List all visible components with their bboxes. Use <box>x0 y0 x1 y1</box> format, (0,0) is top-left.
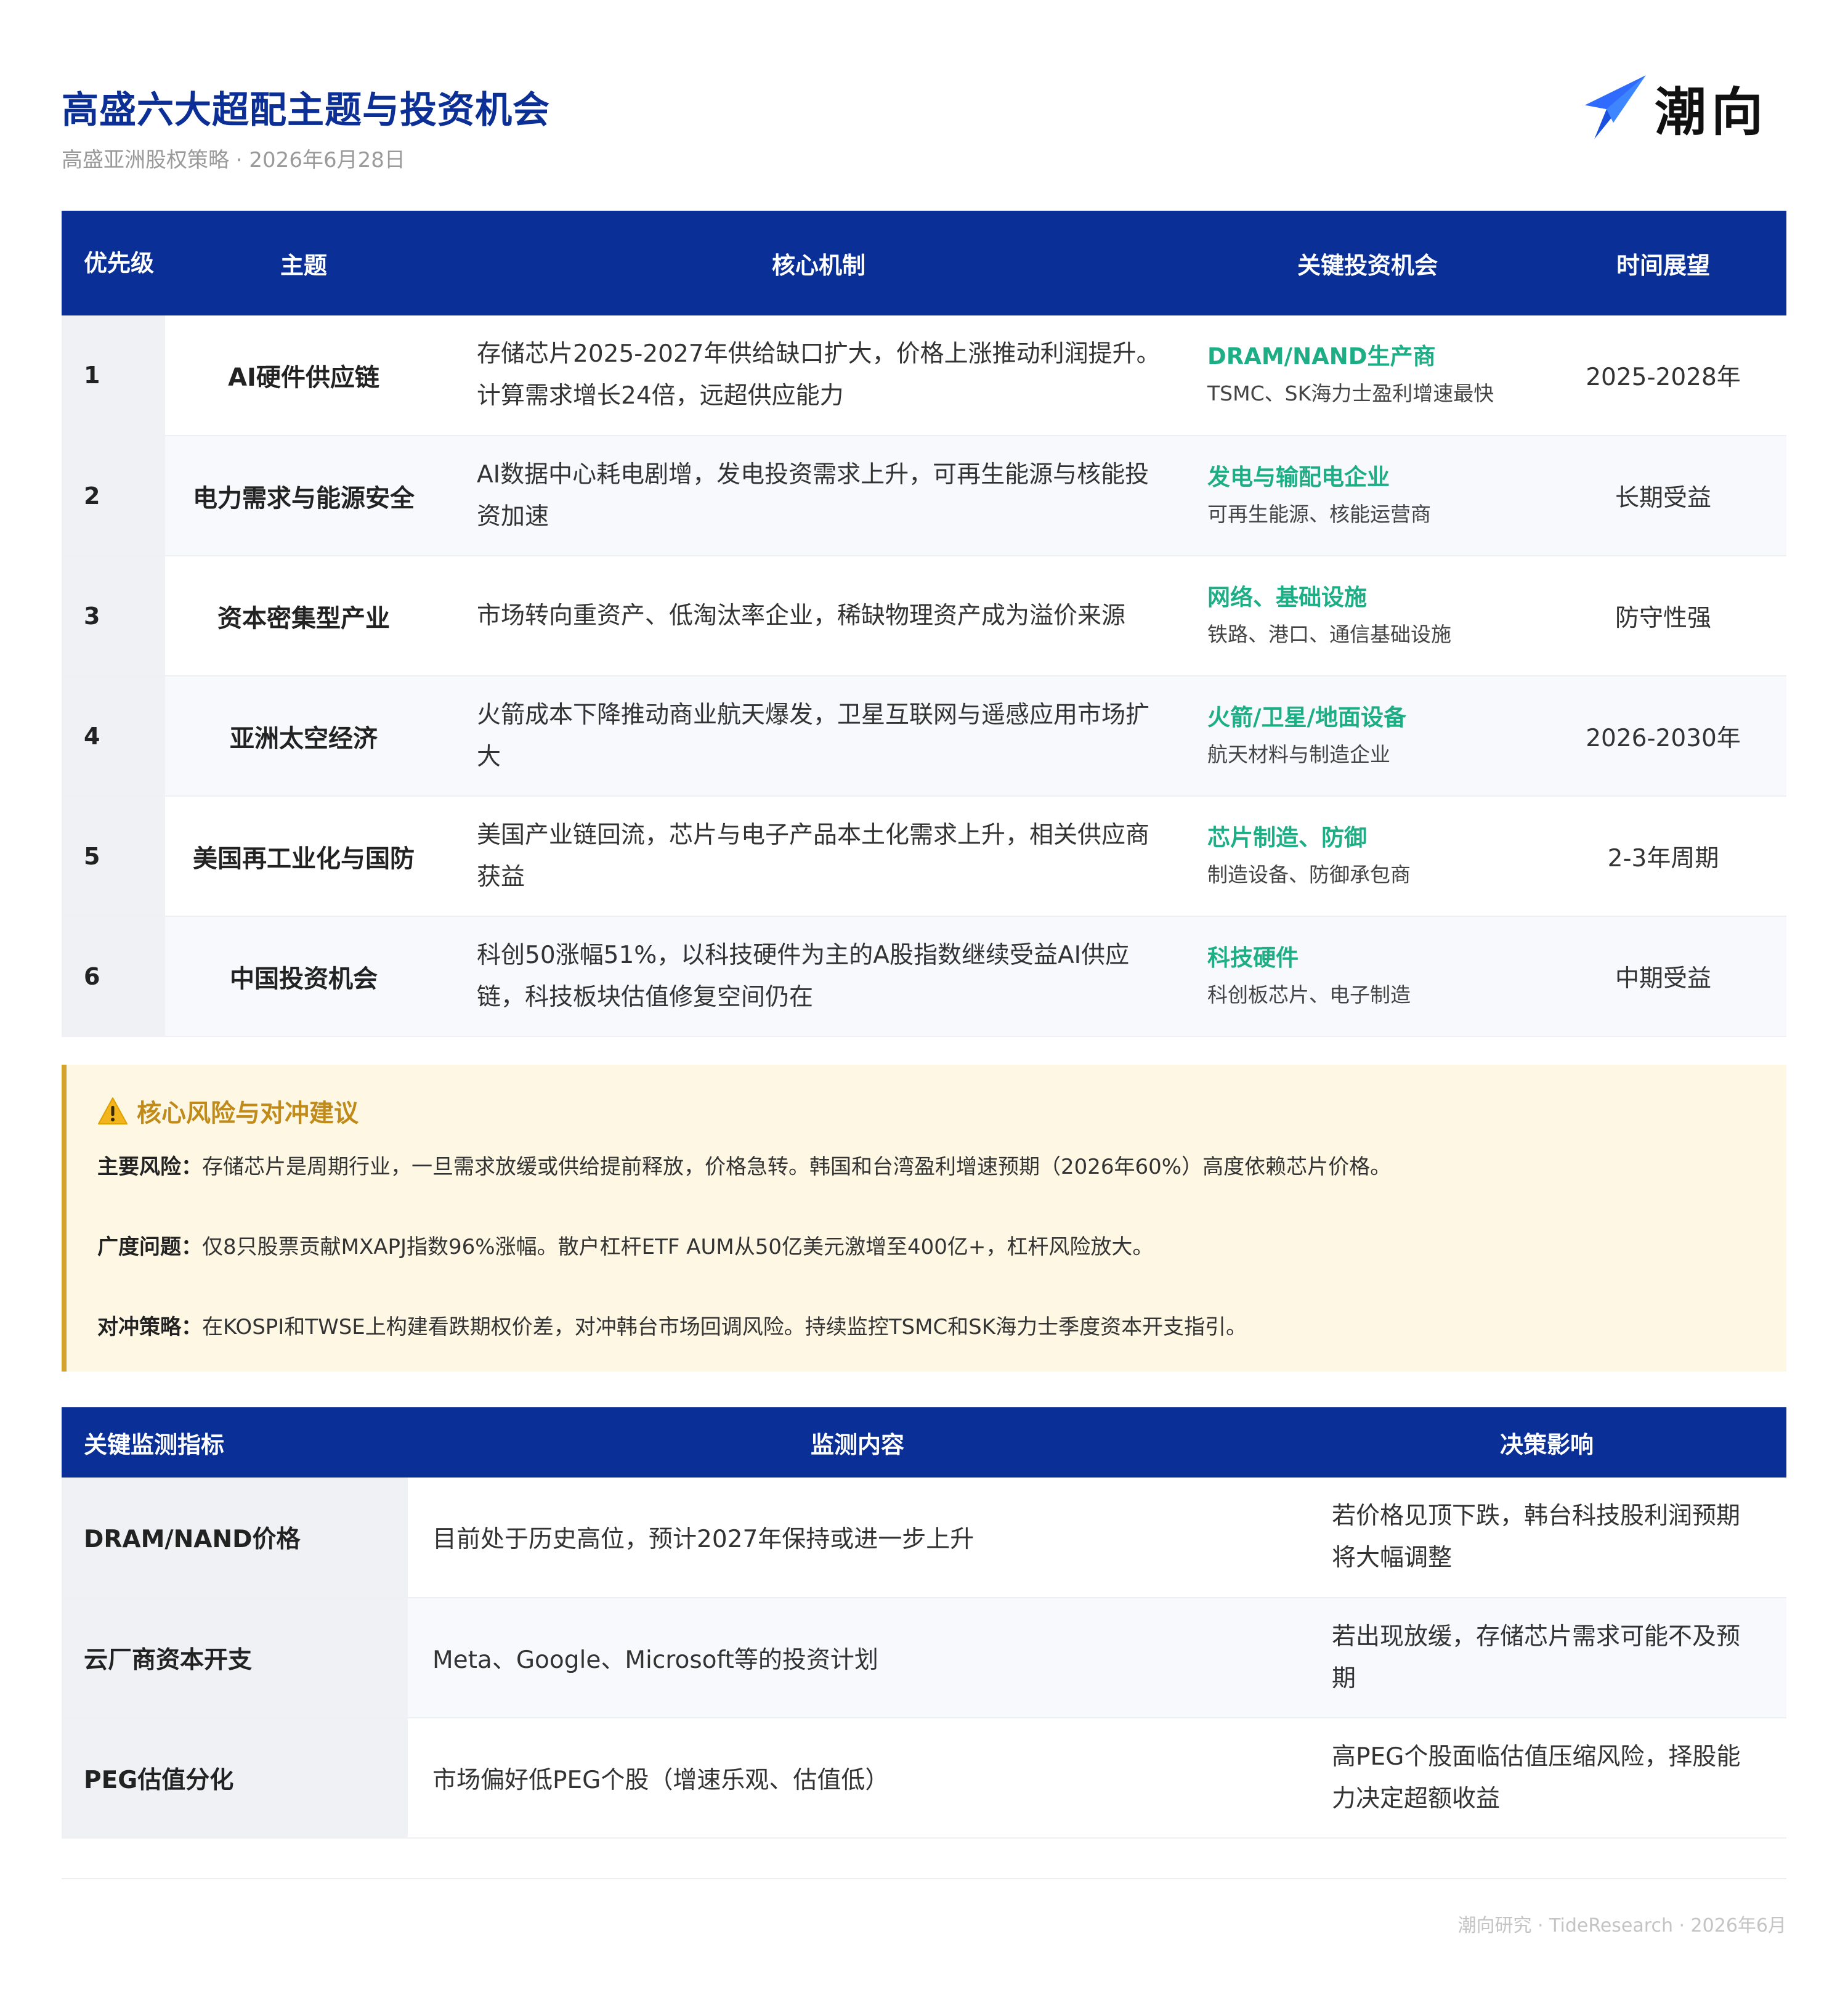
col-header-impact: 决策影响 <box>1307 1407 1786 1478</box>
priority-cell: 4 <box>62 676 165 797</box>
risk-item-text: 仅8只股票贡献MXAPJ指数96%涨幅。散户杠杆ETF AUM从50亿美元激增至… <box>202 1235 1154 1259</box>
table-row: 1 AI硬件供应链 存储芯片2025-2027年供给缺口扩大，价格上涨推动利润提… <box>62 315 1786 436</box>
priority-cell: 1 <box>62 315 165 436</box>
col-header-priority: 优先级 <box>62 211 165 315</box>
opportunity-title: 芯片制造、防御 <box>1207 824 1367 851</box>
opportunity-title: 火箭/卫星/地面设备 <box>1207 704 1407 731</box>
risk-item: 主要风险：存储芯片是周期行业，一旦需求放缓或供给提前释放，价格急转。韩国和台湾盈… <box>97 1150 1391 1180</box>
monitor-table: 关键监测指标 监测内容 决策影响 DRAM/NAND价格 目前处于历史高位，预计… <box>62 1407 1786 1839</box>
opportunity-title: DRAM/NAND生产商 <box>1207 343 1436 370</box>
opportunity-detail: TSMC、SK海力士盈利增速最快 <box>1207 381 1494 405</box>
opportunity-title: 发电与输配电企业 <box>1207 463 1390 490</box>
risk-item-text: 存储芯片是周期行业，一旦需求放缓或供给提前释放，价格急转。韩国和台湾盈利增速预期… <box>202 1155 1392 1179</box>
risk-item: 对冲策略：在KOSPI和TWSE上构建看跌期权价差，对冲韩台市场回调风险。持续监… <box>97 1310 1247 1340</box>
paper-plane-logo-icon <box>1584 75 1646 139</box>
table-row: 4 亚洲太空经济 火箭成本下降推动商业航天爆发，卫星互联网与遥感应用市场扩大 火… <box>62 676 1786 797</box>
impact-cell: 高PEG个股面临估值压缩风险，择股能力决定超额收益 <box>1307 1718 1786 1839</box>
brand-name: 潮向 <box>1654 81 1768 142</box>
table-row: 云厂商资本开支 Meta、Google、Microsoft等的投资计划 若出现放… <box>62 1598 1786 1718</box>
content-cell: Meta、Google、Microsoft等的投资计划 <box>408 1598 1307 1718</box>
table-row: 6 中国投资机会 科创50涨幅51%，以科技硬件为主的A股指数继续受益AI供应链… <box>62 916 1786 1037</box>
theme-cell: AI硬件供应链 <box>165 315 442 436</box>
page-title: 高盛六大超配主题与投资机会 <box>62 89 550 132</box>
risk-item: 广度问题：仅8只股票贡献MXAPJ指数96%涨幅。散户杠杆ETF AUM从50亿… <box>97 1230 1153 1260</box>
horizon-cell: 2-3年周期 <box>1540 796 1786 917</box>
theme-table-header: 优先级 主题 核心机制 关键投资机会 时间展望 <box>62 211 1786 315</box>
col-header-content: 监测内容 <box>408 1407 1307 1478</box>
priority-cell: 2 <box>62 436 165 556</box>
theme-table: 优先级 主题 核心机制 关键投资机会 时间展望 1 AI硬件供应链 存储芯片20… <box>62 211 1786 1037</box>
page-subtitle: 高盛亚洲股权策略 · 2026年6月28日 <box>62 148 405 173</box>
theme-cell: 亚洲太空经济 <box>165 676 442 797</box>
col-header-opportunity: 关键投资机会 <box>1195 211 1540 315</box>
risk-item-label: 广度问题： <box>97 1235 202 1259</box>
col-header-indicator: 关键监测指标 <box>62 1407 408 1478</box>
brand-logo: 潮向 <box>1579 74 1768 142</box>
opportunity-cell: 科技硬件科创板芯片、电子制造 <box>1195 916 1540 1037</box>
footer-credit: 潮向研究 · TideResearch · 2026年6月 <box>1457 1915 1787 1937</box>
opportunity-title: 科技硬件 <box>1207 944 1299 971</box>
opportunity-detail: 可再生能源、核能运营商 <box>1207 502 1431 526</box>
impact-cell: 若价格见顶下跌，韩台科技股利润预期将大幅调整 <box>1307 1478 1786 1598</box>
theme-cell: 美国再工业化与国防 <box>165 796 442 917</box>
impact-cell: 若出现放缓，存储芯片需求可能不及预期 <box>1307 1598 1786 1718</box>
mechanism-cell: 存储芯片2025-2027年供给缺口扩大，价格上涨推动利润提升。计算需求增长24… <box>442 315 1195 436</box>
footer-divider <box>62 1878 1786 1879</box>
opportunity-cell: 发电与输配电企业可再生能源、核能运营商 <box>1195 436 1540 556</box>
theme-cell: 电力需求与能源安全 <box>165 436 442 556</box>
col-header-mechanism: 核心机制 <box>442 211 1195 315</box>
opportunity-title: 网络、基础设施 <box>1207 583 1367 611</box>
table-row: 5 美国再工业化与国防 美国产业链回流，芯片与电子产品本土化需求上升，相关供应商… <box>62 796 1786 917</box>
horizon-cell: 2025-2028年 <box>1540 315 1786 436</box>
opportunity-cell: 芯片制造、防御制造设备、防御承包商 <box>1195 796 1540 917</box>
horizon-cell: 中期受益 <box>1540 916 1786 1037</box>
opportunity-cell: 火箭/卫星/地面设备 航天材料与制造企业 <box>1195 676 1540 797</box>
theme-cell: 中国投资机会 <box>165 916 442 1037</box>
warning-icon <box>98 1097 128 1124</box>
theme-cell: 资本密集型产业 <box>165 556 442 677</box>
opportunity-detail: 科创板芯片、电子制造 <box>1207 982 1411 1007</box>
content-cell: 目前处于历史高位，预计2027年保持或进一步上升 <box>408 1478 1307 1598</box>
report-header: 高盛六大超配主题与投资机会 高盛亚洲股权策略 · 2026年6月28日 潮向 <box>62 74 1786 185</box>
priority-cell: 6 <box>62 916 165 1037</box>
priority-cell: 5 <box>62 796 165 917</box>
risk-item-label: 对冲策略： <box>97 1315 202 1339</box>
col-header-horizon: 时间展望 <box>1540 211 1786 315</box>
indicator-cell: DRAM/NAND价格 <box>62 1478 408 1598</box>
horizon-cell: 长期受益 <box>1540 436 1786 556</box>
opportunity-detail: 航天材料与制造企业 <box>1207 742 1390 766</box>
risk-item-label: 主要风险： <box>97 1155 202 1179</box>
opportunity-detail: 制造设备、防御承包商 <box>1207 862 1411 887</box>
opportunity-detail: 铁路、港口、通信基础设施 <box>1207 622 1451 646</box>
mechanism-cell: 市场转向重资产、低淘汰率企业，稀缺物理资产成为溢价来源 <box>442 556 1195 677</box>
col-header-theme: 主题 <box>165 211 442 315</box>
risk-title: 核心风险与对冲建议 <box>97 1093 359 1129</box>
indicator-cell: 云厂商资本开支 <box>62 1598 408 1718</box>
table-row: 3 资本密集型产业 市场转向重资产、低淘汰率企业，稀缺物理资产成为溢价来源 网络… <box>62 556 1786 677</box>
indicator-cell: PEG估值分化 <box>62 1718 408 1839</box>
mechanism-cell: 美国产业链回流，芯片与电子产品本土化需求上升，相关供应商获益 <box>442 796 1195 917</box>
table-row: PEG估值分化 市场偏好低PEG个股（增速乐观、估值低） 高PEG个股面临估值压… <box>62 1718 1786 1839</box>
opportunity-cell: DRAM/NAND生产商 TSMC、SK海力士盈利增速最快 <box>1195 315 1540 436</box>
risk-callout: 核心风险与对冲建议 主要风险：存储芯片是周期行业，一旦需求放缓或供给提前释放，价… <box>62 1065 1786 1372</box>
priority-cell: 3 <box>62 556 165 677</box>
risk-item-text: 在KOSPI和TWSE上构建看跌期权价差，对冲韩台市场回调风险。持续监控TSMC… <box>202 1315 1247 1339</box>
mechanism-cell: 火箭成本下降推动商业航天爆发，卫星互联网与遥感应用市场扩大 <box>442 676 1195 797</box>
table-row: 2 电力需求与能源安全 AI数据中心耗电剧增，发电投资需求上升，可再生能源与核能… <box>62 436 1786 556</box>
content-cell: 市场偏好低PEG个股（增速乐观、估值低） <box>408 1718 1307 1839</box>
table-row: DRAM/NAND价格 目前处于历史高位，预计2027年保持或进一步上升 若价格… <box>62 1478 1786 1598</box>
horizon-cell: 防守性强 <box>1540 556 1786 677</box>
monitor-table-header: 关键监测指标 监测内容 决策影响 <box>62 1407 1786 1478</box>
mechanism-cell: 科创50涨幅51%，以科技硬件为主的A股指数继续受益AI供应链，科技板块估值修复… <box>442 916 1195 1037</box>
horizon-cell: 2026-2030年 <box>1540 676 1786 797</box>
opportunity-cell: 网络、基础设施铁路、港口、通信基础设施 <box>1195 556 1540 677</box>
risk-title-text: 核心风险与对冲建议 <box>137 1099 359 1128</box>
mechanism-cell: AI数据中心耗电剧增，发电投资需求上升，可再生能源与核能投资加速 <box>442 436 1195 556</box>
